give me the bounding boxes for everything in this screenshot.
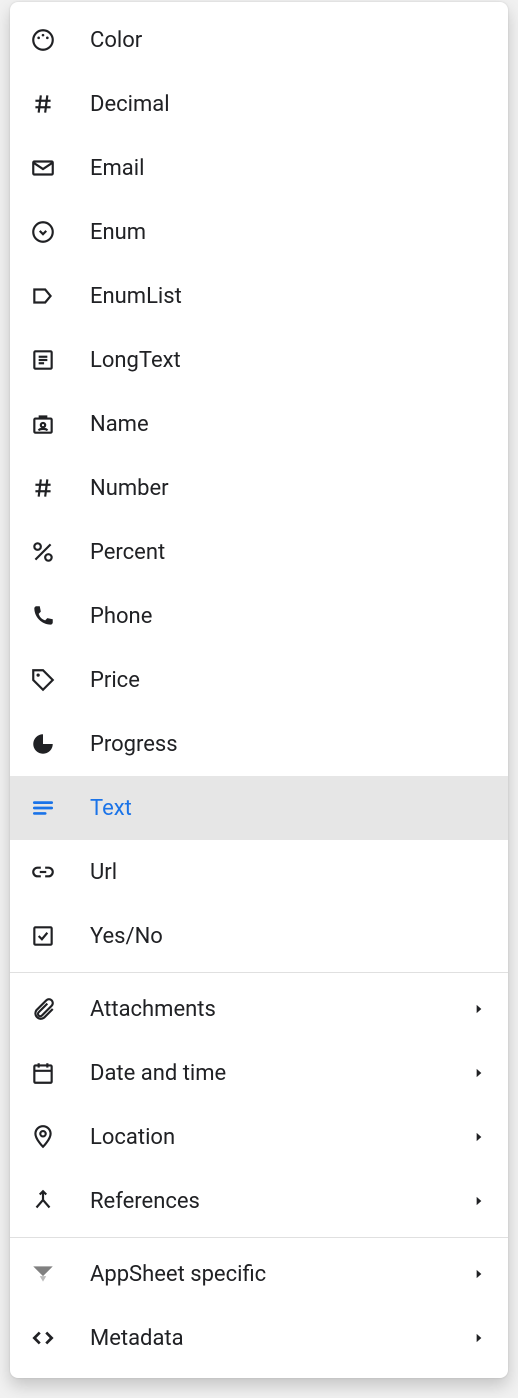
menu-item-label: Percent bbox=[90, 540, 488, 565]
tag-icon bbox=[30, 283, 90, 309]
menu-divider bbox=[10, 1237, 508, 1238]
checkbox-icon bbox=[30, 923, 90, 949]
menu-item-number[interactable]: Number bbox=[10, 456, 508, 520]
chevron-right-icon bbox=[470, 1331, 488, 1345]
menu-item-label: References bbox=[90, 1189, 470, 1214]
menu-item-text[interactable]: Text bbox=[10, 776, 508, 840]
menu-item-color[interactable]: Color bbox=[10, 8, 508, 72]
menu-item-location[interactable]: Location bbox=[10, 1105, 508, 1169]
menu-item-label: Number bbox=[90, 476, 488, 501]
menu-item-label: AppSheet specific bbox=[90, 1262, 470, 1287]
hash-icon bbox=[30, 475, 90, 501]
menu-item-label: Enum bbox=[90, 220, 488, 245]
chevron-right-icon bbox=[470, 1267, 488, 1281]
text-icon bbox=[30, 795, 90, 821]
menu-divider bbox=[10, 972, 508, 973]
menu-item-label: Price bbox=[90, 668, 488, 693]
menu-item-label: Url bbox=[90, 860, 488, 885]
menu-item-label: Color bbox=[90, 28, 488, 53]
phone-icon bbox=[30, 603, 90, 629]
appsheet-icon bbox=[30, 1261, 90, 1287]
menu-item-decimal[interactable]: Decimal bbox=[10, 72, 508, 136]
chevron-right-icon bbox=[470, 1194, 488, 1208]
menu-item-label: Yes/No bbox=[90, 924, 488, 949]
progress-icon bbox=[30, 731, 90, 757]
menu-item-references[interactable]: References bbox=[10, 1169, 508, 1233]
enum-icon bbox=[30, 219, 90, 245]
menu-item-label: Date and time bbox=[90, 1061, 470, 1086]
menu-item-email[interactable]: Email bbox=[10, 136, 508, 200]
menu-item-enumlist[interactable]: EnumList bbox=[10, 264, 508, 328]
menu-item-label: Name bbox=[90, 412, 488, 437]
menu-item-label: Location bbox=[90, 1125, 470, 1150]
code-icon bbox=[30, 1325, 90, 1351]
menu-item-label: LongText bbox=[90, 348, 488, 373]
menu-item-phone[interactable]: Phone bbox=[10, 584, 508, 648]
menu-item-name[interactable]: Name bbox=[10, 392, 508, 456]
palette-icon bbox=[30, 27, 90, 53]
menu-item-datetime[interactable]: Date and time bbox=[10, 1041, 508, 1105]
mail-icon bbox=[30, 155, 90, 181]
menu-item-url[interactable]: Url bbox=[10, 840, 508, 904]
percent-icon bbox=[30, 539, 90, 565]
menu-item-label: Email bbox=[90, 156, 488, 181]
location-icon bbox=[30, 1124, 90, 1150]
menu-item-progress[interactable]: Progress bbox=[10, 712, 508, 776]
menu-item-label: Progress bbox=[90, 732, 488, 757]
menu-item-label: Metadata bbox=[90, 1326, 470, 1351]
menu-item-appsheet[interactable]: AppSheet specific bbox=[10, 1242, 508, 1306]
badge-icon bbox=[30, 411, 90, 437]
longtext-icon bbox=[30, 347, 90, 373]
menu-item-price[interactable]: Price bbox=[10, 648, 508, 712]
chevron-right-icon bbox=[470, 1002, 488, 1016]
price-icon bbox=[30, 667, 90, 693]
hash-icon bbox=[30, 91, 90, 117]
menu-item-longtext[interactable]: LongText bbox=[10, 328, 508, 392]
menu-item-label: EnumList bbox=[90, 284, 488, 309]
calendar-icon bbox=[30, 1060, 90, 1086]
type-select-dropdown: Color Decimal Email Enum bbox=[10, 2, 508, 1378]
attach-icon bbox=[30, 996, 90, 1022]
chevron-right-icon bbox=[470, 1130, 488, 1144]
chevron-right-icon bbox=[470, 1066, 488, 1080]
link-icon bbox=[30, 859, 90, 885]
merge-icon bbox=[30, 1188, 90, 1214]
menu-item-label: Phone bbox=[90, 604, 488, 629]
menu-item-label: Attachments bbox=[90, 997, 470, 1022]
menu-item-yesno[interactable]: Yes/No bbox=[10, 904, 508, 968]
menu-item-enum[interactable]: Enum bbox=[10, 200, 508, 264]
menu-item-metadata[interactable]: Metadata bbox=[10, 1306, 508, 1370]
menu-item-label: Text bbox=[90, 796, 488, 821]
menu-item-label: Decimal bbox=[90, 92, 488, 117]
menu-item-attachments[interactable]: Attachments bbox=[10, 977, 508, 1041]
menu-item-percent[interactable]: Percent bbox=[10, 520, 508, 584]
